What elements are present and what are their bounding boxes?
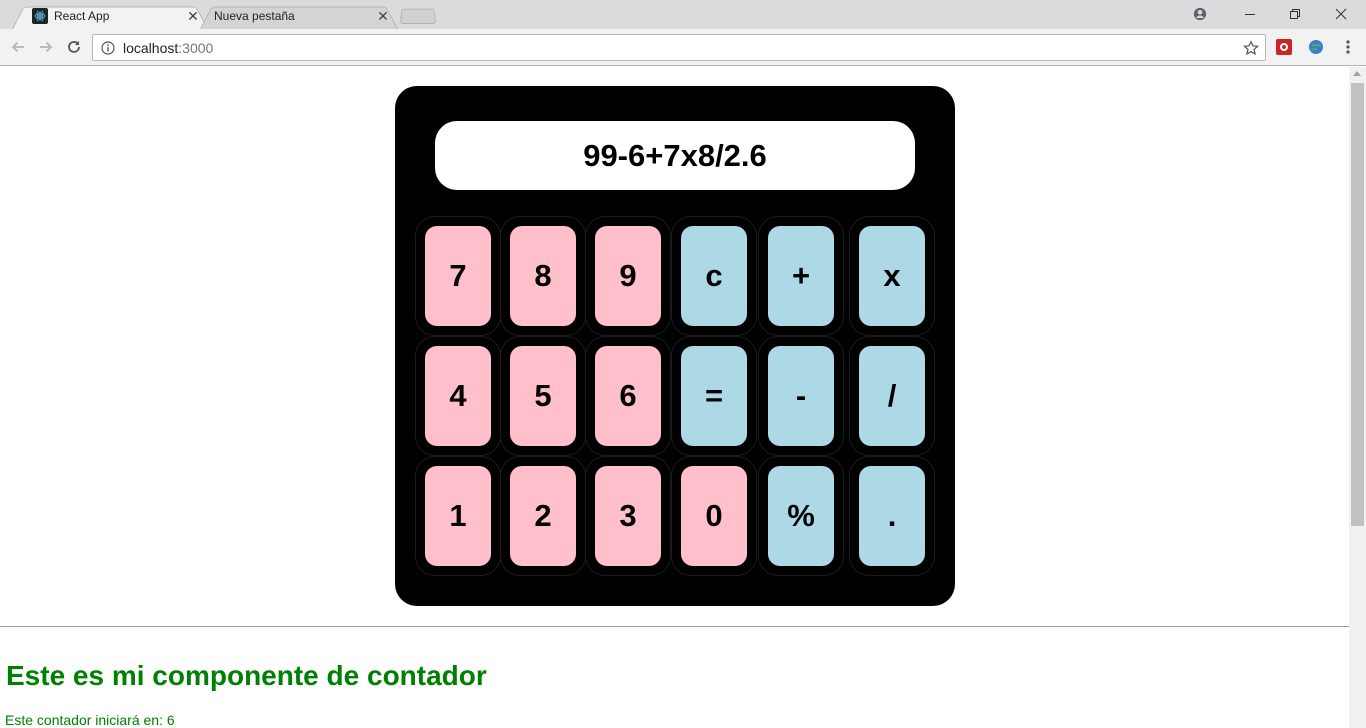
tab-title: Nueva pestaña bbox=[214, 9, 295, 23]
react-favicon-icon bbox=[32, 8, 48, 24]
counter-heading: Este es mi componente de contador bbox=[6, 660, 487, 691]
vertical-scrollbar[interactable] bbox=[1349, 67, 1366, 728]
key-plus[interactable]: + bbox=[758, 216, 844, 336]
horizontal-rule bbox=[0, 626, 1349, 627]
key-9[interactable]: 9 bbox=[585, 216, 671, 336]
key-7[interactable]: 7 bbox=[415, 216, 501, 336]
key-percent[interactable]: % bbox=[758, 456, 844, 576]
key-multiply[interactable]: x bbox=[849, 216, 935, 336]
calculator: 99-6+7x8/2.6 7 8 9 c + x 4 5 6 = - / 1 2… bbox=[395, 86, 955, 606]
address-bar[interactable]: localhost:3000 bbox=[92, 34, 1266, 61]
info-icon[interactable] bbox=[101, 40, 115, 55]
menu-kebab-icon[interactable] bbox=[1338, 37, 1358, 57]
key-4[interactable]: 4 bbox=[415, 336, 501, 456]
restore-icon[interactable] bbox=[1285, 4, 1305, 24]
page-viewport: 99-6+7x8/2.6 7 8 9 c + x 4 5 6 = - / 1 2… bbox=[0, 67, 1349, 728]
key-1[interactable]: 1 bbox=[415, 456, 501, 576]
calculator-display: 99-6+7x8/2.6 bbox=[435, 121, 915, 190]
counter-text: Este contador iniciará en: 6 bbox=[5, 712, 175, 728]
extension-red-icon[interactable] bbox=[1274, 37, 1294, 57]
key-2[interactable]: 2 bbox=[500, 456, 586, 576]
reload-icon[interactable] bbox=[64, 37, 84, 57]
key-8[interactable]: 8 bbox=[500, 216, 586, 336]
url-host: localhost bbox=[123, 39, 179, 56]
key-clear[interactable]: c bbox=[671, 216, 757, 336]
key-divide[interactable]: / bbox=[849, 336, 935, 456]
profile-icon[interactable] bbox=[1190, 4, 1210, 24]
key-0[interactable]: 0 bbox=[671, 456, 757, 576]
key-5[interactable]: 5 bbox=[500, 336, 586, 456]
browser-toolbar: localhost:3000 bbox=[0, 29, 1366, 66]
tab-nueva-pestana[interactable]: Nueva pestaña ✕ bbox=[200, 3, 398, 29]
tab-react-app[interactable]: React App ✕ bbox=[12, 3, 208, 29]
key-3[interactable]: 3 bbox=[585, 456, 671, 576]
browser-titlebar: React App ✕ Nueva pestaña ✕ bbox=[0, 0, 1366, 29]
tab-title: React App bbox=[54, 9, 110, 23]
new-tab-button[interactable] bbox=[400, 7, 436, 24]
key-equals[interactable]: = bbox=[671, 336, 757, 456]
extension-globe-icon[interactable] bbox=[1306, 37, 1326, 57]
url-port: :3000 bbox=[178, 39, 214, 56]
bookmark-star-icon[interactable] bbox=[1243, 40, 1259, 56]
back-arrow-icon[interactable] bbox=[8, 37, 28, 57]
forward-arrow-icon[interactable] bbox=[36, 37, 56, 57]
close-window-icon[interactable] bbox=[1331, 4, 1351, 24]
scrollbar-thumb[interactable] bbox=[1351, 83, 1364, 526]
scroll-up-arrow-icon[interactable] bbox=[1353, 71, 1361, 76]
key-decimal[interactable]: . bbox=[849, 456, 935, 576]
key-6[interactable]: 6 bbox=[585, 336, 671, 456]
minimize-icon[interactable] bbox=[1240, 4, 1260, 24]
key-minus[interactable]: - bbox=[758, 336, 844, 456]
close-tab-icon[interactable]: ✕ bbox=[186, 9, 200, 23]
close-tab-icon[interactable]: ✕ bbox=[376, 9, 390, 23]
